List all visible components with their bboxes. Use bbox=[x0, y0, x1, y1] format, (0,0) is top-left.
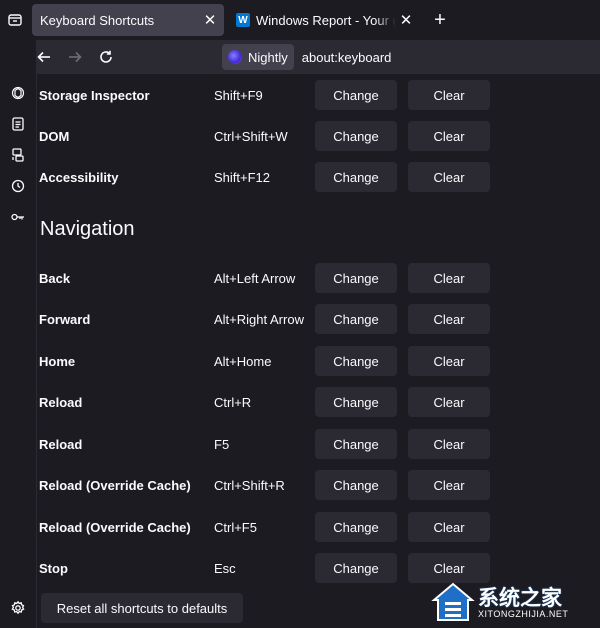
section-title: Navigation bbox=[40, 218, 135, 240]
shortcut-row: Reload Ctrl+R Change Clear bbox=[37, 387, 600, 417]
shortcut-keys: Alt+Right Arrow bbox=[214, 312, 304, 327]
clear-button[interactable]: Clear bbox=[408, 470, 490, 500]
change-button[interactable]: Change bbox=[315, 387, 397, 417]
shortcut-row: Reload F5 Change Clear bbox=[37, 429, 600, 459]
shortcut-name: Storage Inspector bbox=[39, 88, 150, 103]
shortcut-name: Reload (Override Cache) bbox=[39, 520, 191, 535]
change-button[interactable]: Change bbox=[315, 263, 397, 293]
shortcut-keys: Ctrl+Shift+W bbox=[214, 129, 288, 144]
forward-button[interactable] bbox=[62, 44, 88, 70]
document-icon[interactable] bbox=[0, 111, 36, 137]
clear-button[interactable]: Clear bbox=[408, 387, 490, 417]
shortcut-name: Accessibility bbox=[39, 170, 119, 185]
shortcut-row: Back Alt+Left Arrow Change Clear bbox=[37, 263, 600, 293]
shortcut-name: Reload (Override Cache) bbox=[39, 478, 191, 493]
tab-title: Windows Report - Your go-to source bbox=[256, 12, 396, 28]
change-button[interactable]: Change bbox=[315, 512, 397, 542]
shortcut-name: Home bbox=[39, 354, 76, 369]
url-text[interactable]: about:keyboard bbox=[302, 50, 392, 65]
shortcut-keys: Shift+F9 bbox=[214, 88, 263, 103]
shortcut-row: Accessibility Shift+F12 Change Clear bbox=[37, 162, 600, 192]
shortcut-row: Forward Alt+Right Arrow Change Clear bbox=[37, 304, 600, 334]
shortcut-keys: F5 bbox=[214, 437, 230, 452]
shortcut-row: Stop Esc Change Clear bbox=[37, 553, 600, 583]
change-button[interactable]: Change bbox=[315, 162, 397, 192]
shortcut-row: Storage Inspector Shift+F9 Change Clear bbox=[37, 80, 600, 110]
change-button[interactable]: Change bbox=[315, 346, 397, 376]
change-button[interactable]: Change bbox=[315, 470, 397, 500]
tab-keyboard-shortcuts[interactable]: Keyboard Shortcuts ✕ bbox=[32, 4, 224, 36]
shortcut-name: DOM bbox=[39, 129, 70, 144]
clear-button[interactable]: Clear bbox=[408, 121, 490, 151]
shortcut-row: Reload (Override Cache) Ctrl+F5 Change C… bbox=[37, 512, 600, 542]
clear-button[interactable]: Clear bbox=[408, 80, 490, 110]
shortcut-name: Reload bbox=[39, 437, 83, 452]
shortcut-name: Reload bbox=[39, 395, 83, 410]
close-icon[interactable]: ✕ bbox=[200, 10, 220, 30]
shortcut-keys: Shift+F12 bbox=[214, 170, 271, 185]
change-button[interactable]: Change bbox=[315, 429, 397, 459]
url-bar[interactable]: Nightly about:keyboard bbox=[222, 43, 600, 71]
shortcut-keys: Esc bbox=[214, 561, 236, 576]
openai-icon[interactable] bbox=[0, 80, 36, 106]
tab-title: Keyboard Shortcuts bbox=[40, 12, 155, 28]
shortcut-name: Stop bbox=[39, 561, 68, 576]
clear-button[interactable]: Clear bbox=[408, 553, 490, 583]
key-icon[interactable] bbox=[0, 204, 36, 230]
reload-button[interactable] bbox=[93, 44, 119, 70]
site-favicon: W bbox=[236, 13, 250, 27]
shortcut-keys: Ctrl+R bbox=[214, 395, 252, 410]
nightly-logo-icon bbox=[228, 50, 242, 64]
tab-strip: Keyboard Shortcuts ✕ W Windows Report - … bbox=[0, 0, 600, 40]
change-button[interactable]: Change bbox=[315, 121, 397, 151]
navigation-toolbar: Nightly about:keyboard bbox=[0, 40, 600, 74]
tab-folder-icon[interactable] bbox=[0, 6, 30, 34]
shortcut-row: Reload (Override Cache) Ctrl+Shift+R Cha… bbox=[37, 470, 600, 500]
shortcut-name: Back bbox=[39, 271, 71, 286]
shortcut-name: Forward bbox=[39, 312, 91, 327]
clear-button[interactable]: Clear bbox=[408, 263, 490, 293]
clear-button[interactable]: Clear bbox=[408, 346, 490, 376]
shortcut-row: Home Alt+Home Change Clear bbox=[37, 346, 600, 376]
change-button[interactable]: Change bbox=[315, 553, 397, 583]
keyboard-shortcuts-page: Storage Inspector Shift+F9 Change Clear … bbox=[36, 74, 600, 628]
shortcut-keys: Alt+Left Arrow bbox=[214, 271, 296, 286]
sidebar-toolbar bbox=[0, 40, 36, 628]
identity-label: Nightly bbox=[248, 49, 288, 65]
clear-button[interactable]: Clear bbox=[408, 512, 490, 542]
devices-icon[interactable] bbox=[0, 142, 36, 168]
new-tab-button[interactable]: + bbox=[428, 8, 452, 32]
shortcut-keys: Alt+Home bbox=[214, 354, 272, 369]
shortcut-keys: Ctrl+F5 bbox=[214, 520, 257, 535]
change-button[interactable]: Change bbox=[315, 80, 397, 110]
shortcut-keys: Ctrl+Shift+R bbox=[214, 478, 285, 493]
change-button[interactable]: Change bbox=[315, 304, 397, 334]
clear-button[interactable]: Clear bbox=[408, 429, 490, 459]
reset-shortcuts-button[interactable]: Reset all shortcuts to defaults bbox=[41, 593, 243, 623]
gear-icon[interactable] bbox=[0, 595, 36, 621]
clock-icon[interactable] bbox=[0, 173, 36, 199]
close-icon[interactable]: ✕ bbox=[396, 10, 416, 30]
tab-windows-report[interactable]: W Windows Report - Your go-to source ✕ bbox=[230, 4, 420, 36]
clear-button[interactable]: Clear bbox=[408, 162, 490, 192]
clear-button[interactable]: Clear bbox=[408, 304, 490, 334]
identity-box[interactable]: Nightly bbox=[222, 44, 294, 70]
shortcut-row: DOM Ctrl+Shift+W Change Clear bbox=[37, 121, 600, 151]
